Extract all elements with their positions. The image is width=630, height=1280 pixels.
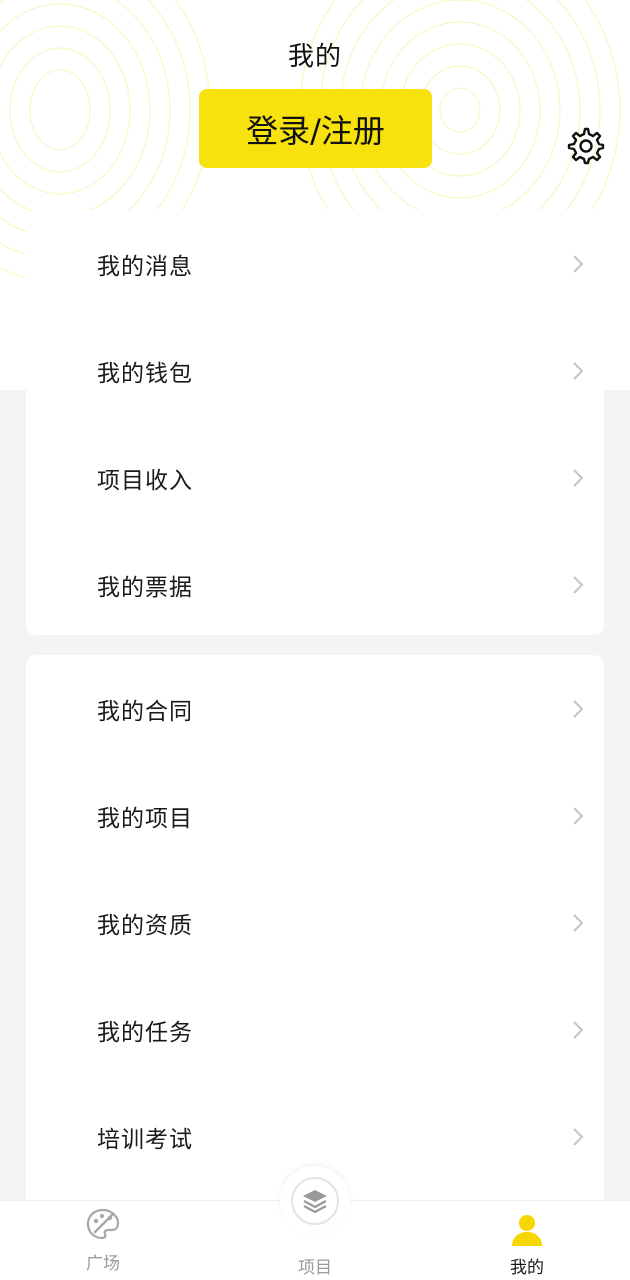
menu-card-account: 我的消息 我的钱包 项目收入 我的票据 [26, 210, 604, 635]
tab-label: 广场 [86, 1254, 120, 1274]
menu-item-label: 我的项目 [97, 805, 193, 832]
login-register-button[interactable]: 登录/注册 [199, 89, 432, 168]
gear-icon[interactable] [566, 126, 606, 166]
layers-icon [303, 1190, 327, 1214]
center-project-button[interactable] [280, 1166, 350, 1236]
chevron-right-icon [573, 806, 584, 825]
chevron-right-icon [573, 913, 584, 932]
menu-item-messages[interactable]: 我的消息 [26, 210, 604, 317]
menu-item-invoices[interactable]: 我的票据 [26, 531, 604, 638]
chevron-right-icon [573, 699, 584, 718]
tab-label: 我的 [510, 1258, 544, 1278]
chevron-right-icon [573, 1127, 584, 1146]
profile-page: 我的 登录/注册 我的消息 我的钱包 项目收入 我的票据 我的合同 我的项目 我… [0, 0, 630, 1280]
menu-item-label: 我的任务 [97, 1019, 193, 1046]
menu-item-label: 项目收入 [97, 467, 193, 494]
menu-item-label: 我的票据 [97, 574, 193, 601]
chevron-right-icon [573, 254, 584, 273]
menu-item-contracts[interactable]: 我的合同 [26, 655, 604, 762]
user-icon [512, 1215, 542, 1246]
chevron-right-icon [573, 575, 584, 594]
menu-item-project-income[interactable]: 项目收入 [26, 424, 604, 531]
menu-item-projects[interactable]: 我的项目 [26, 762, 604, 869]
menu-card-work: 我的合同 我的项目 我的资质 我的任务 培训考试 [26, 655, 604, 1215]
menu-item-label: 我的钱包 [97, 360, 193, 387]
menu-item-label: 我的合同 [97, 698, 193, 725]
menu-item-qualifications[interactable]: 我的资质 [26, 869, 604, 976]
tab-mine[interactable]: 我的 [457, 1201, 597, 1280]
layers-icon-wrapper [291, 1177, 339, 1225]
tab-plaza[interactable]: 广场 [33, 1201, 173, 1280]
menu-item-label: 我的消息 [97, 253, 193, 280]
chevron-right-icon [573, 468, 584, 487]
menu-item-tasks[interactable]: 我的任务 [26, 976, 604, 1083]
palette-icon [86, 1208, 120, 1240]
tab-label: 项目 [298, 1258, 332, 1278]
chevron-right-icon [573, 361, 584, 380]
menu-item-label: 我的资质 [97, 912, 193, 939]
chevron-right-icon [573, 1020, 584, 1039]
page-title: 我的 [287, 42, 342, 72]
menu-item-label: 培训考试 [97, 1126, 193, 1153]
menu-item-wallet[interactable]: 我的钱包 [26, 317, 604, 424]
